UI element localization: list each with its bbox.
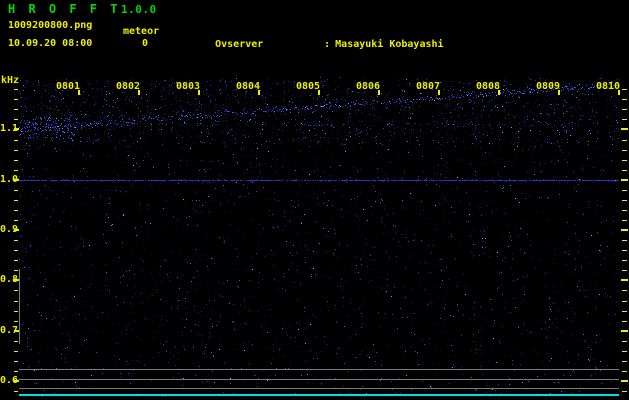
y-minor-tick-left — [14, 109, 18, 110]
y-minor-tick-left — [14, 210, 18, 211]
y-major-tick-right — [621, 128, 628, 130]
y-axis-unit-label: kHz — [1, 75, 20, 86]
y-minor-tick-right — [622, 290, 627, 291]
y-tick-label: 1.1 — [0, 123, 19, 134]
y-minor-tick-left — [14, 170, 18, 171]
info-separator: : — [324, 38, 331, 50]
y-minor-tick-left — [14, 391, 18, 392]
y-major-tick-right — [621, 380, 628, 382]
y-minor-tick-left — [14, 290, 18, 291]
y-minor-tick-left — [14, 200, 18, 201]
y-minor-tick-right — [622, 220, 627, 221]
y-minor-tick-left — [14, 260, 18, 261]
y-minor-tick-right — [622, 89, 627, 90]
y-tick-label: 0.7 — [0, 325, 19, 336]
y-minor-tick-right — [622, 361, 627, 362]
y-minor-tick-right — [622, 260, 627, 261]
y-minor-tick-left — [14, 341, 18, 342]
y-minor-tick-right — [622, 250, 627, 251]
y-minor-tick-left — [14, 89, 18, 90]
y-minor-tick-right — [622, 321, 627, 322]
y-minor-tick-left — [14, 99, 18, 100]
y-minor-tick-left — [14, 150, 18, 151]
y-minor-tick-right — [622, 270, 627, 271]
info-value: Masayuki Kobayashi — [335, 38, 444, 50]
y-minor-tick-right — [622, 371, 627, 372]
y-minor-tick-right — [622, 200, 627, 201]
app-version: 1.0.0 — [121, 3, 157, 16]
meteor-count: 0 — [142, 38, 149, 49]
y-tick-label: 0.8 — [0, 274, 19, 285]
hrofft-output-screen: H R O F F T 1.0.0 1009200800.png meteor … — [0, 0, 629, 400]
y-tick-label: 0.9 — [0, 224, 19, 235]
app-title: H R O F F T — [8, 2, 121, 16]
y-minor-tick-right — [622, 99, 627, 100]
y-minor-tick-left — [14, 371, 18, 372]
y-minor-tick-right — [622, 341, 627, 342]
y-minor-tick-right — [622, 351, 627, 352]
y-minor-tick-left — [14, 301, 18, 302]
y-minor-tick-right — [622, 150, 627, 151]
y-minor-tick-left — [14, 321, 18, 322]
y-minor-tick-right — [622, 190, 627, 191]
y-major-tick-right — [621, 229, 628, 231]
y-minor-tick-left — [14, 270, 18, 271]
y-minor-tick-left — [14, 190, 18, 191]
y-minor-tick-left — [14, 119, 18, 120]
y-minor-tick-right — [622, 311, 627, 312]
y-minor-tick-left — [14, 240, 18, 241]
y-minor-tick-right — [622, 109, 627, 110]
y-minor-tick-left — [14, 220, 18, 221]
y-minor-tick-left — [14, 361, 18, 362]
info-row-observer: Ovserver: Masayuki Kobayashi — [179, 29, 618, 62]
y-minor-tick-right — [622, 119, 627, 120]
mode-label: meteor — [123, 26, 160, 37]
y-minor-tick-right — [622, 160, 627, 161]
y-minor-tick-right — [622, 240, 627, 241]
y-tick-label: 1.0 — [0, 174, 19, 185]
y-minor-tick-left — [14, 250, 18, 251]
y-major-tick-right — [621, 330, 628, 332]
info-label: Ovserver — [215, 38, 264, 50]
y-major-tick-right — [621, 179, 628, 181]
datetime-label: 10.09.20 08:00 — [8, 38, 93, 49]
y-minor-tick-right — [622, 210, 627, 211]
y-minor-tick-left — [14, 140, 18, 141]
output-filename: 1009200800.png — [8, 20, 93, 31]
y-minor-tick-right — [622, 391, 627, 392]
y-minor-tick-left — [14, 351, 18, 352]
y-minor-tick-right — [622, 301, 627, 302]
y-minor-tick-right — [622, 170, 627, 171]
y-minor-tick-left — [14, 311, 18, 312]
y-minor-tick-left — [14, 160, 18, 161]
spectrogram-canvas — [19, 77, 619, 397]
y-tick-label: 0.6 — [0, 375, 19, 386]
y-minor-tick-right — [622, 140, 627, 141]
y-major-tick-right — [621, 279, 628, 281]
